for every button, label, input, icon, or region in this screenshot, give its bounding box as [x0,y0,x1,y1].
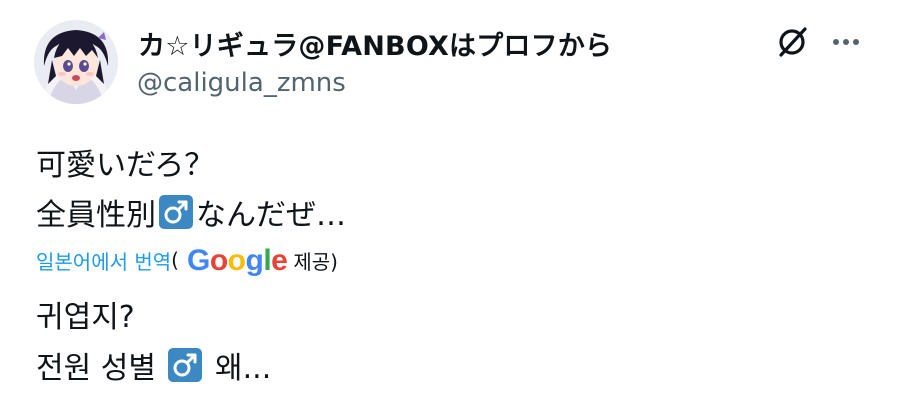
google-letter: g [245,244,264,277]
tweet-text-segment: 전원 성별 [36,351,166,386]
more-options-icon[interactable] [828,24,864,60]
open-paren: ( [171,248,179,272]
google-letter: o [209,244,228,277]
anime-avatar-icon [34,20,118,104]
display-name[interactable]: カ☆リギュラ@FANBOXはプロフから [138,24,612,63]
tweet-text-segment: 全員性別 [36,198,156,233]
male-sign-emoji-icon [159,195,193,229]
google-letter: G [186,244,210,277]
avatar[interactable] [34,20,118,104]
user-handle[interactable]: @caligula_zmns [137,68,346,98]
grok-icon[interactable] [774,24,810,60]
google-letter: o [227,244,246,277]
google-logo-icon: Google [186,244,288,278]
tweet-text-original-line2: 全員性別 なんだぜ… [36,190,346,234]
tweet-text-segment: なんだぜ… [196,198,346,233]
tweet-text-segment: 왜... [205,351,272,386]
google-letter: e [271,244,288,277]
tweet-header: カ☆リギュラ@FANBOXはプロフから @caligula_zmns [0,0,900,110]
google-letter: l [263,244,272,277]
translation-attribution: 일본어에서 번역 ( Google 제공) [36,240,338,280]
tweet-text-translated-line2: 전원 성별 왜... [36,343,271,387]
tweet-text-translated-line1: 귀엽지? [36,300,135,335]
translate-link[interactable]: 일본어에서 번역 [36,246,171,275]
male-sign-emoji-icon [168,348,203,382]
translation-provider-suffix: 제공) [293,249,338,274]
tweet-text-original-line1: 可愛いだろ？ [36,148,215,183]
